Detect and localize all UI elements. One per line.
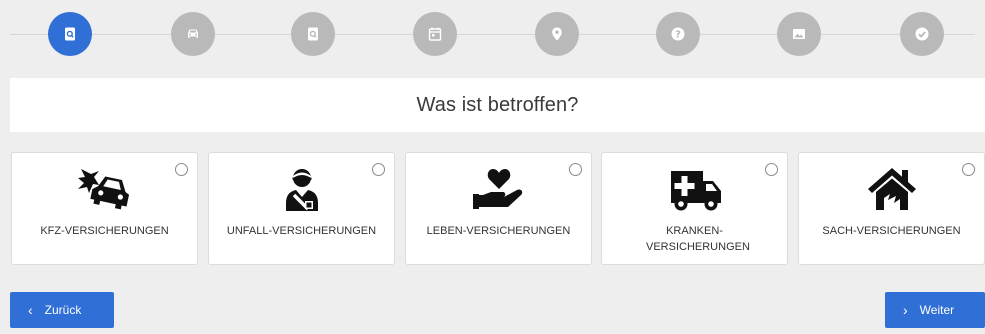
question-title: Was ist betroffen? — [416, 93, 579, 116]
step-8-confirm[interactable] — [900, 12, 944, 56]
option-label-kfz: KFZ-VERSICHERUNGEN — [40, 225, 169, 237]
option-label-unfall: UNFALL-VERSICHERUNGEN — [226, 225, 377, 237]
chevron-right-icon: › — [903, 302, 908, 318]
svg-text:?: ? — [675, 30, 681, 41]
search-doc-icon — [308, 27, 318, 41]
chevron-left-icon: ‹ — [28, 302, 33, 318]
option-card-unfall[interactable]: UNFALL-VERSICHERUNGEN — [208, 152, 395, 265]
car-crash-icon — [12, 165, 197, 217]
hand-heart-icon — [406, 165, 591, 217]
back-button[interactable]: ‹ Zurück — [10, 292, 114, 328]
option-card-leben[interactable]: LEBEN-VERSICHERUNGEN — [405, 152, 592, 265]
car-icon — [188, 29, 198, 38]
calendar-icon — [428, 27, 442, 41]
option-label-leben: LEBEN-VERSICHERUNGEN — [426, 225, 571, 237]
back-button-label: Zurück — [44, 303, 82, 317]
option-card-sach[interactable]: SACH-VERSICHERUNGEN — [798, 152, 985, 265]
step-1-search-doc[interactable] — [48, 12, 92, 56]
house-icon — [799, 165, 984, 217]
ambulance-icon — [602, 165, 787, 217]
step-4-date[interactable] — [413, 12, 457, 56]
question-panel: Was ist betroffen? — [10, 78, 985, 132]
injured-person-icon — [209, 165, 394, 217]
check-icon — [915, 27, 929, 41]
image-icon — [793, 29, 805, 39]
option-card-kfz[interactable]: KFZ-VERSICHERUNGEN — [11, 152, 198, 265]
next-button-label: Weiter — [919, 303, 955, 317]
option-label-kranken: KRANKEN-VERSICHERUNGEN — [646, 225, 750, 253]
step-3-search-doc[interactable] — [291, 12, 335, 56]
next-button[interactable]: › Weiter — [885, 292, 985, 328]
location-pin-icon — [552, 27, 562, 41]
step-7-photos[interactable] — [777, 12, 821, 56]
stepper-line — [10, 34, 975, 35]
option-label-sach: SACH-VERSICHERUNGEN — [822, 225, 961, 237]
step-5-location[interactable] — [535, 12, 579, 56]
step-6-question[interactable]: ? — [656, 12, 700, 56]
progress-stepper: ? — [0, 0, 985, 76]
option-card-kranken[interactable]: KRANKEN-VERSICHERUNGEN — [601, 152, 788, 265]
step-2-vehicle[interactable] — [171, 12, 215, 56]
search-doc-icon — [65, 27, 75, 41]
question-icon: ? — [671, 27, 685, 41]
